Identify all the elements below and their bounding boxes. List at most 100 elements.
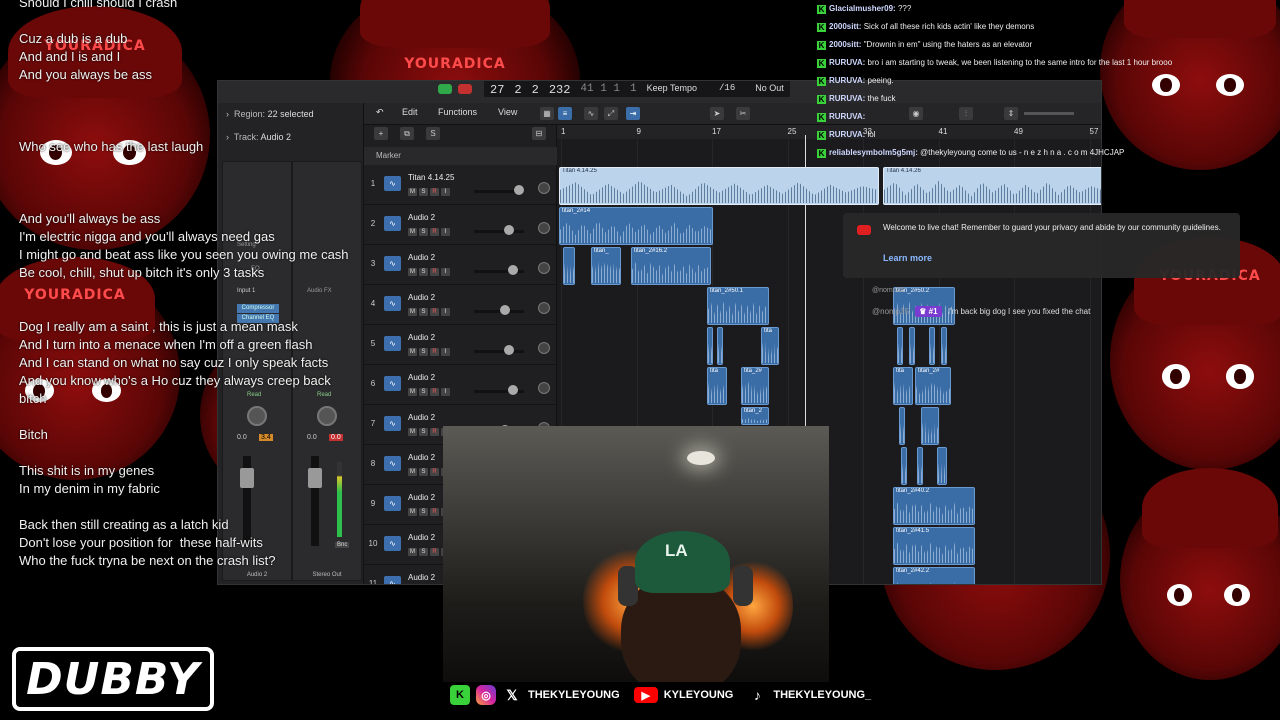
record-enable-button[interactable]: R [430, 348, 439, 356]
mute-button[interactable]: M [408, 268, 417, 276]
chat-username[interactable]: RURUVA: [829, 76, 865, 85]
audio-region[interactable]: titan_2#50.1 [707, 287, 769, 325]
record-button[interactable] [458, 84, 472, 94]
grid-view-icon[interactable]: ▦ [540, 107, 554, 120]
solo-button[interactable]: S [419, 468, 428, 476]
record-enable-button[interactable]: R [430, 268, 439, 276]
solo-button[interactable]: S [419, 188, 428, 196]
mute-button[interactable]: M [408, 508, 417, 516]
mute-button[interactable]: M [408, 428, 417, 436]
flex-icon[interactable]: ∿ [584, 107, 598, 120]
snap-icon[interactable]: ⇥ [626, 107, 640, 120]
mute-button[interactable]: M [408, 468, 417, 476]
track-name[interactable]: Audio 2 [408, 293, 435, 302]
track-settings-icon[interactable]: ⊟ [532, 127, 546, 140]
volume-slider-knob[interactable] [504, 345, 514, 355]
track-header[interactable]: 6 ∿ Audio 2MSRI [364, 365, 557, 405]
volume-slider-knob[interactable] [500, 305, 510, 315]
record-enable-button[interactable]: R [430, 308, 439, 316]
audio-region[interactable] [929, 327, 935, 365]
mute-button[interactable]: M [408, 548, 417, 556]
record-enable-button[interactable]: R [430, 468, 439, 476]
audio-region[interactable]: Titan 4.14.25 [559, 167, 879, 205]
mute-button[interactable]: M [408, 308, 417, 316]
audio-region[interactable]: titan_2#14 [559, 207, 713, 245]
audio-region[interactable] [909, 327, 915, 365]
chat-username[interactable]: 2000sitt: [829, 22, 861, 31]
marker-track[interactable]: Marker [364, 147, 557, 165]
track-name[interactable]: Audio 2 [408, 413, 435, 422]
audio-region[interactable] [937, 447, 947, 485]
lcd-display[interactable]: 27 2 2 232 41 1 1 1 Keep Tempo /16 No Ou… [484, 81, 790, 97]
record-enable-button[interactable]: R [430, 228, 439, 236]
audio-region[interactable]: titan_2#41.5 [893, 527, 975, 565]
volume-slider-knob[interactable] [508, 265, 518, 275]
mute-button[interactable]: M [408, 348, 417, 356]
chat-username[interactable]: RURUVA: [829, 58, 865, 67]
track-name[interactable]: Audio 2 [408, 333, 435, 342]
audio-region[interactable]: titan_2# [915, 367, 951, 405]
input-monitor-button[interactable]: I [441, 228, 450, 236]
audio-region[interactable] [941, 327, 947, 365]
functions-menu[interactable]: Functions [438, 107, 477, 117]
pan-knob[interactable] [538, 342, 550, 354]
volume-slider-knob[interactable] [514, 185, 524, 195]
track-name[interactable]: Audio 2 [408, 493, 435, 502]
audio-region[interactable] [901, 447, 907, 485]
input-monitor-button[interactable]: I [441, 308, 450, 316]
track-name[interactable]: Audio 2 [408, 573, 435, 582]
pan-knob[interactable] [538, 222, 550, 234]
audio-region[interactable] [707, 327, 713, 365]
audio-region[interactable]: titan_2#16.2 [631, 247, 711, 285]
track-name[interactable]: Audio 2 [408, 253, 435, 262]
record-enable-button[interactable]: R [430, 428, 439, 436]
audio-region[interactable]: titan_2#40.2 [893, 487, 975, 525]
track-name[interactable]: Titan 4.14.25 [408, 173, 454, 182]
audio-region[interactable] [563, 247, 575, 285]
record-enable-button[interactable]: R [430, 508, 439, 516]
input-monitor-button[interactable]: I [441, 188, 450, 196]
solo-button[interactable]: S [419, 348, 428, 356]
record-enable-button[interactable]: R [430, 548, 439, 556]
volume-slider[interactable] [474, 350, 524, 353]
audio-region[interactable]: tita [761, 327, 779, 365]
audio-region[interactable]: tita_2# [741, 367, 769, 405]
list-view-icon[interactable]: ≡ [558, 107, 572, 120]
solo-button[interactable]: S [419, 228, 428, 236]
audio-region[interactable] [897, 327, 903, 365]
play-button[interactable] [438, 84, 452, 94]
track-header[interactable]: 1 ∿ Titan 4.14.25 M S R I [364, 165, 557, 205]
audio-region[interactable] [899, 407, 905, 445]
track-name[interactable]: Audio 2 [408, 453, 435, 462]
chat-username[interactable]: RURUVA: [829, 130, 865, 139]
chat-username[interactable]: reliablesymbolm5g5mj: [829, 148, 918, 157]
chat-username[interactable]: Glacialmusher09: [829, 4, 896, 13]
volume-slider[interactable] [474, 310, 524, 313]
chat-username[interactable]: 2000sitt: [829, 40, 861, 49]
pan-knob[interactable] [538, 262, 550, 274]
audio-region[interactable]: tita [707, 367, 727, 405]
solo-button[interactable]: S [419, 308, 428, 316]
solo-icon[interactable]: S [426, 127, 440, 140]
input-monitor-button[interactable]: I [441, 268, 450, 276]
record-enable-button[interactable]: R [430, 188, 439, 196]
view-menu[interactable]: View [498, 107, 517, 117]
solo-button[interactable]: S [419, 508, 428, 516]
pointer-tool-icon[interactable]: ➤ [710, 107, 724, 120]
learn-more-link[interactable]: Learn more [883, 253, 932, 263]
record-enable-button[interactable]: R [430, 388, 439, 396]
mute-button[interactable]: M [408, 188, 417, 196]
audio-region[interactable]: Titan 4.14.26 [883, 167, 1101, 205]
audio-region[interactable]: titan_ [591, 247, 621, 285]
volume-slider-knob[interactable] [504, 225, 514, 235]
solo-button[interactable]: S [419, 548, 428, 556]
mute-button[interactable]: M [408, 388, 417, 396]
audio-region[interactable] [717, 327, 723, 365]
catch-icon[interactable]: ⤢ [604, 107, 618, 120]
pan-knob[interactable] [538, 302, 550, 314]
audio-region[interactable]: tita [893, 367, 913, 405]
solo-button[interactable]: S [419, 428, 428, 436]
track-name[interactable]: Audio 2 [408, 213, 435, 222]
mute-button[interactable]: M [408, 228, 417, 236]
chat-username[interactable]: RURUVA: [829, 94, 865, 103]
